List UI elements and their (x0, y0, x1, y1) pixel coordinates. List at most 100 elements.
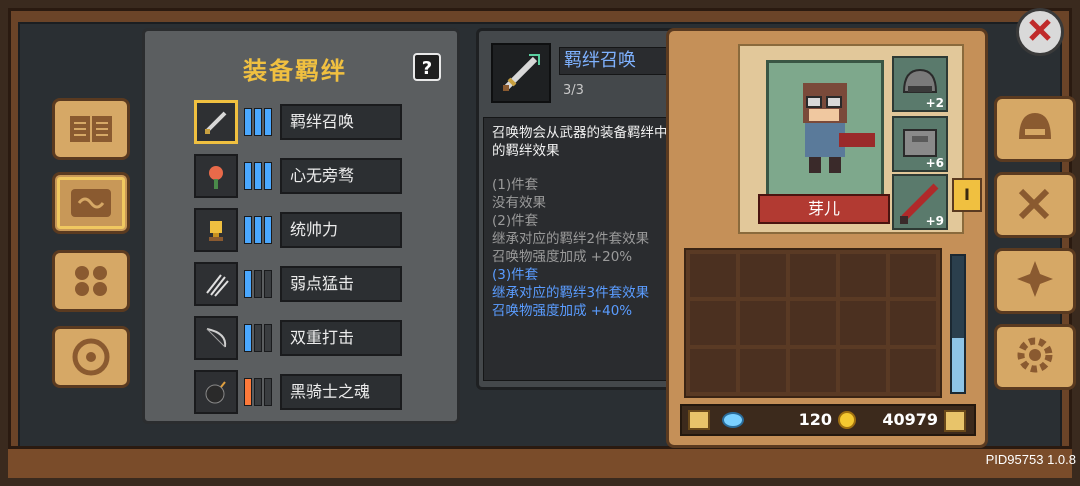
bond-row[interactable]: 弱点猛击 (194, 262, 408, 306)
bond-progress-bars (244, 324, 274, 352)
version-label: PID95753 1.0.8 (985, 452, 1076, 467)
inventory-slot[interactable] (740, 348, 786, 392)
grid-menu-icon[interactable] (944, 410, 966, 432)
bond-row[interactable]: 心无旁骛 (194, 154, 408, 198)
coin-icon (838, 411, 856, 429)
bond-row[interactable]: 黑骑士之魂 (194, 370, 408, 414)
tab-relics[interactable] (52, 326, 130, 388)
inventory-slot[interactable] (840, 301, 886, 345)
inventory-slot[interactable] (790, 254, 836, 298)
inventory-scrollbar[interactable] (950, 254, 966, 394)
wheel-icon (68, 337, 114, 377)
bow-icon (194, 316, 238, 360)
bond-bar-segment (244, 108, 252, 136)
inventory-grid (684, 248, 942, 398)
bond-bar-segment (254, 108, 262, 136)
bond-bar-segment (244, 378, 252, 406)
bond-bar-segment (254, 324, 262, 352)
tab-talents[interactable] (994, 248, 1076, 314)
tab-codex[interactable] (52, 98, 130, 160)
bond-bar-segment (244, 216, 252, 244)
hero-sprite-icon (803, 83, 875, 173)
bond-bar-segment (264, 270, 272, 298)
book-icon (68, 112, 114, 146)
gem-count: 120 (798, 410, 832, 429)
bond-progress-bars (244, 216, 274, 244)
equip-plus-helmet: +2 (925, 96, 944, 110)
help-button[interactable]: ? (413, 53, 441, 81)
scroll-icon (67, 183, 115, 223)
bond-name: 羁绊召唤 (280, 104, 402, 140)
sword-icon (491, 43, 551, 103)
bomb-icon (194, 370, 238, 414)
currency-bar: 120 40979 (680, 404, 976, 436)
equip-slot-weapon[interactable]: +9 (892, 174, 948, 230)
bond-row[interactable]: 羁绊召唤 (194, 100, 408, 144)
bond-progress-bars (244, 378, 274, 406)
bond-name: 弱点猛击 (280, 266, 402, 302)
panel-title: 装备羁绊 (243, 57, 347, 85)
trophy-icon (194, 208, 238, 252)
inventory-slot[interactable] (690, 348, 736, 392)
level-tag[interactable]: I (952, 178, 982, 212)
inventory-slot[interactable] (790, 348, 836, 392)
inventory-slot[interactable] (840, 254, 886, 298)
sword-icon (194, 100, 238, 144)
bond-bar-segment (264, 324, 272, 352)
tab-set-bonus[interactable] (52, 172, 130, 234)
bond-bar-segment (254, 270, 262, 298)
star-burst-icon (1013, 259, 1057, 303)
bond-name: 心无旁骛 (280, 158, 402, 194)
inventory-slot[interactable] (690, 301, 736, 345)
bond-name: 双重打击 (280, 320, 402, 356)
coin-count: 40979 (882, 410, 938, 429)
bond-bar-segment (264, 378, 272, 406)
inventory-slot[interactable] (790, 301, 836, 345)
equip-plus-armor: +6 (925, 156, 944, 170)
tab-upgrade[interactable] (994, 172, 1076, 238)
bond-progress-bars (244, 270, 274, 298)
bond-bar-segment (264, 216, 272, 244)
bond-name: 黑骑士之魂 (280, 374, 402, 410)
inventory-slot[interactable] (840, 348, 886, 392)
scrollbar-thumb[interactable] (952, 337, 964, 392)
inventory-slot[interactable] (890, 254, 936, 298)
character-name: 芽儿 (758, 194, 890, 224)
bond-bar-segment (244, 324, 252, 352)
equip-slot-armor[interactable]: +6 (892, 116, 948, 172)
tab-settings[interactable] (994, 324, 1076, 390)
bond-row[interactable]: 统帅力 (194, 208, 408, 252)
tab-character[interactable] (994, 96, 1076, 162)
helmet-icon (1013, 107, 1057, 151)
bond-bar-segment (244, 162, 252, 190)
bond-name: 统帅力 (280, 212, 402, 248)
bond-bar-segment (254, 162, 262, 190)
flower-icon (194, 154, 238, 198)
bond-progress-bars (244, 108, 274, 136)
tooltip-count: 3/3 (563, 83, 584, 98)
inventory-slot[interactable] (740, 301, 786, 345)
swords-up-icon (1013, 183, 1057, 227)
claw-icon (194, 262, 238, 306)
inventory-slot[interactable] (890, 348, 936, 392)
bond-bar-segment (264, 108, 272, 136)
bond-row[interactable]: 双重打击 (194, 316, 408, 360)
lock-icon[interactable] (688, 410, 710, 430)
gem-icon (722, 412, 744, 428)
bond-bar-segment (254, 216, 262, 244)
wood-bottom-bar (8, 446, 1072, 478)
close-icon (1025, 15, 1055, 49)
inventory-slot[interactable] (690, 254, 736, 298)
inventory-slot[interactable] (740, 254, 786, 298)
inventory-slot[interactable] (890, 301, 936, 345)
bond-bar-segment (254, 378, 262, 406)
tab-skills[interactable] (52, 250, 130, 312)
equip-slot-helmet[interactable]: +2 (892, 56, 948, 112)
bond-bar-segment (244, 270, 252, 298)
bond-progress-bars (244, 162, 274, 190)
orbs-icon (68, 261, 114, 301)
gear-icon (1013, 335, 1057, 379)
close-button[interactable] (1016, 8, 1064, 56)
equip-plus-weapon: +9 (925, 214, 944, 228)
bond-bar-segment (264, 162, 272, 190)
